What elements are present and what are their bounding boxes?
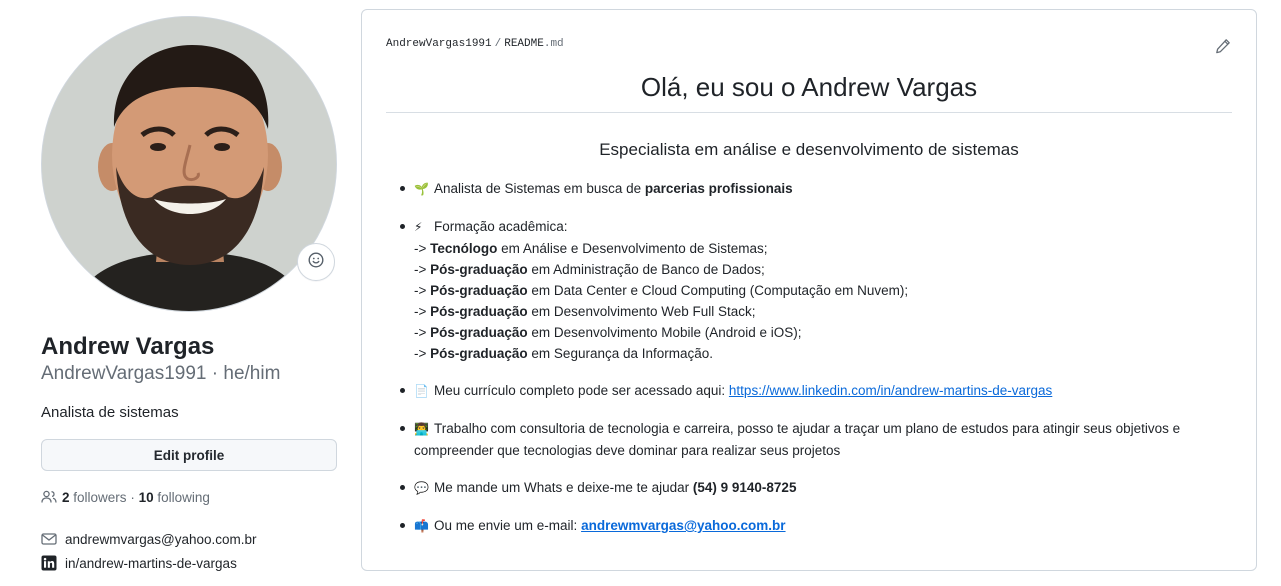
page-icon: 📄 xyxy=(414,384,429,398)
profile-username: AndrewVargas1991 · he/him xyxy=(41,362,337,386)
line-prefix: -> xyxy=(414,283,431,298)
people-icon xyxy=(41,489,57,505)
degree-name: em Desenvolvimento Mobile (Android e iOS… xyxy=(527,325,802,340)
following-count: 10 xyxy=(138,489,154,505)
pronouns-text: he/him xyxy=(223,363,281,384)
readme-subtitle: Especialista em análise e desenvolviment… xyxy=(599,140,1019,159)
degree-line: -> Pós-graduação em Desenvolvimento Web … xyxy=(414,301,1234,322)
item-bold: parcerias profissionais xyxy=(644,181,793,196)
line-prefix: -> xyxy=(414,325,431,340)
mail-icon xyxy=(41,531,57,547)
pencil-icon xyxy=(1215,38,1231,59)
profile-fullname: Andrew Vargas xyxy=(41,333,215,360)
degree-line: -> Pós-graduação em Segurança da Informa… xyxy=(414,343,1234,364)
seedling-icon: 🌱 xyxy=(414,182,429,196)
profile-sidebar: Andrew Vargas AndrewVargas1991 · he/him … xyxy=(41,16,337,575)
readme-title: Olá, eu sou o Andrew Vargas xyxy=(386,72,1232,113)
item-text: Me mande um Whats e deixe-me te ajudar xyxy=(434,480,693,495)
vcard-email: andrewmvargas@yahoo.com.br xyxy=(41,527,337,551)
avatar-container xyxy=(41,16,337,312)
line-prefix: -> xyxy=(414,262,431,277)
linkedin-url-link[interactable]: https://www.linkedin.com/in/andrew-marti… xyxy=(729,383,1052,398)
set-status-button[interactable] xyxy=(297,243,335,281)
degree-type: Pós-graduação xyxy=(430,304,528,319)
breadcrumb-file[interactable]: README xyxy=(504,38,544,50)
degree-name: em Administração de Banco de Dados; xyxy=(527,262,765,277)
degree-line: -> Tecnólogo em Análise e Desenvolviment… xyxy=(414,238,1234,259)
follow-stats: 2 followers · 10 following xyxy=(41,489,337,505)
smiley-icon xyxy=(308,251,324,273)
list-item: 👨‍💻 Trabalho com consultoria de tecnologi… xyxy=(400,418,1234,461)
list-item: 💬 Me mande um Whats e deixe-me te ajudar … xyxy=(400,477,1234,499)
avatar[interactable] xyxy=(41,16,337,312)
readme-card: AndrewVargas1991/README.md Olá, eu sou o… xyxy=(361,9,1257,571)
followers-label: followers xyxy=(73,489,127,505)
degree-line: -> Pós-graduação em Data Center e Cloud … xyxy=(414,280,1234,301)
degree-type: Pós-graduação xyxy=(430,262,528,277)
profile-page: Andrew Vargas AndrewVargas1991 · he/him … xyxy=(0,0,1281,586)
mailbox-icon: 📫 xyxy=(414,519,429,533)
followers-count: 2 xyxy=(62,489,70,505)
degree-line: -> Pós-graduação em Administração de Ban… xyxy=(414,259,1234,280)
lightning-icon: ⚡ xyxy=(414,220,423,234)
degree-type: Pós-graduação xyxy=(430,325,528,340)
avatar-photo xyxy=(42,17,336,311)
follow-separator: · xyxy=(126,489,139,505)
item-text: Analista de Sistemas em busca de xyxy=(434,181,645,196)
list-item: ⚡ Formação acadêmica: -> Tecnólogo em Aná… xyxy=(400,216,1234,364)
pronouns-separator: · xyxy=(206,363,224,384)
readme-list: 🌱 Analista de Sistemas em busca de parcer… xyxy=(400,178,1234,553)
degree-name: em Análise e Desenvolvimento de Sistemas… xyxy=(497,241,768,256)
speech-bubble-icon: 💬 xyxy=(414,481,429,495)
linkedin-icon xyxy=(41,555,57,571)
vcard-details: andrewmvargas@yahoo.com.br in/andrew-mar… xyxy=(41,527,337,575)
item-text: Ou me envie um e-mail: xyxy=(434,518,582,533)
breadcrumb-owner[interactable]: AndrewVargas1991 xyxy=(386,38,492,50)
edit-readme-button[interactable] xyxy=(1215,38,1231,59)
degree-type: Pós-graduação xyxy=(430,346,528,361)
linkedin-link[interactable]: in/andrew-martins-de-vargas xyxy=(65,556,237,571)
item-text: Trabalho com consultoria de tecnologia e… xyxy=(414,421,1181,458)
line-prefix: -> xyxy=(414,241,431,256)
profile-bio: Analista de sistemas xyxy=(41,404,179,421)
phone-number: (54) 9 9140-8725 xyxy=(692,480,797,495)
list-item: 📫 Ou me envie um e-mail: andrewmvargas@ya… xyxy=(400,515,1234,537)
degree-name: em Desenvolvimento Web Full Stack; xyxy=(527,304,756,319)
degree-name: em Segurança da Informação. xyxy=(527,346,714,361)
username-text: AndrewVargas1991 xyxy=(41,363,207,384)
item-text: Formação acadêmica: xyxy=(434,219,568,234)
breadcrumb-ext: .md xyxy=(543,38,564,50)
degree-type: Pós-graduação xyxy=(430,283,528,298)
list-item: 📄 Meu currículo completo pode ser acessad… xyxy=(400,380,1234,402)
line-prefix: -> xyxy=(414,346,431,361)
breadcrumb-separator: / xyxy=(494,38,502,50)
item-text: Meu currículo completo pode ser acessado… xyxy=(434,383,729,398)
degree-type: Tecnólogo xyxy=(430,241,498,256)
degree-line: -> Pós-graduação em Desenvolvimento Mobi… xyxy=(414,322,1234,343)
following-link[interactable]: 10 following xyxy=(139,490,210,505)
readme-breadcrumb: AndrewVargas1991/README.md xyxy=(386,38,564,50)
degree-name: em Data Center e Cloud Computing (Comput… xyxy=(527,283,909,298)
line-prefix: -> xyxy=(414,304,431,319)
followers-link[interactable]: 2 followers xyxy=(62,490,127,505)
list-item: 🌱 Analista de Sistemas em busca de parcer… xyxy=(400,178,1234,200)
technologist-icon: 👨‍💻 xyxy=(414,422,429,436)
following-label: following xyxy=(157,489,210,505)
vcard-linkedin: in/andrew-martins-de-vargas xyxy=(41,551,337,575)
edit-profile-button[interactable]: Edit profile xyxy=(41,439,337,471)
email-readme-link[interactable]: andrewmvargas@yahoo.com.br xyxy=(581,518,785,533)
email-link[interactable]: andrewmvargas@yahoo.com.br xyxy=(65,532,257,547)
